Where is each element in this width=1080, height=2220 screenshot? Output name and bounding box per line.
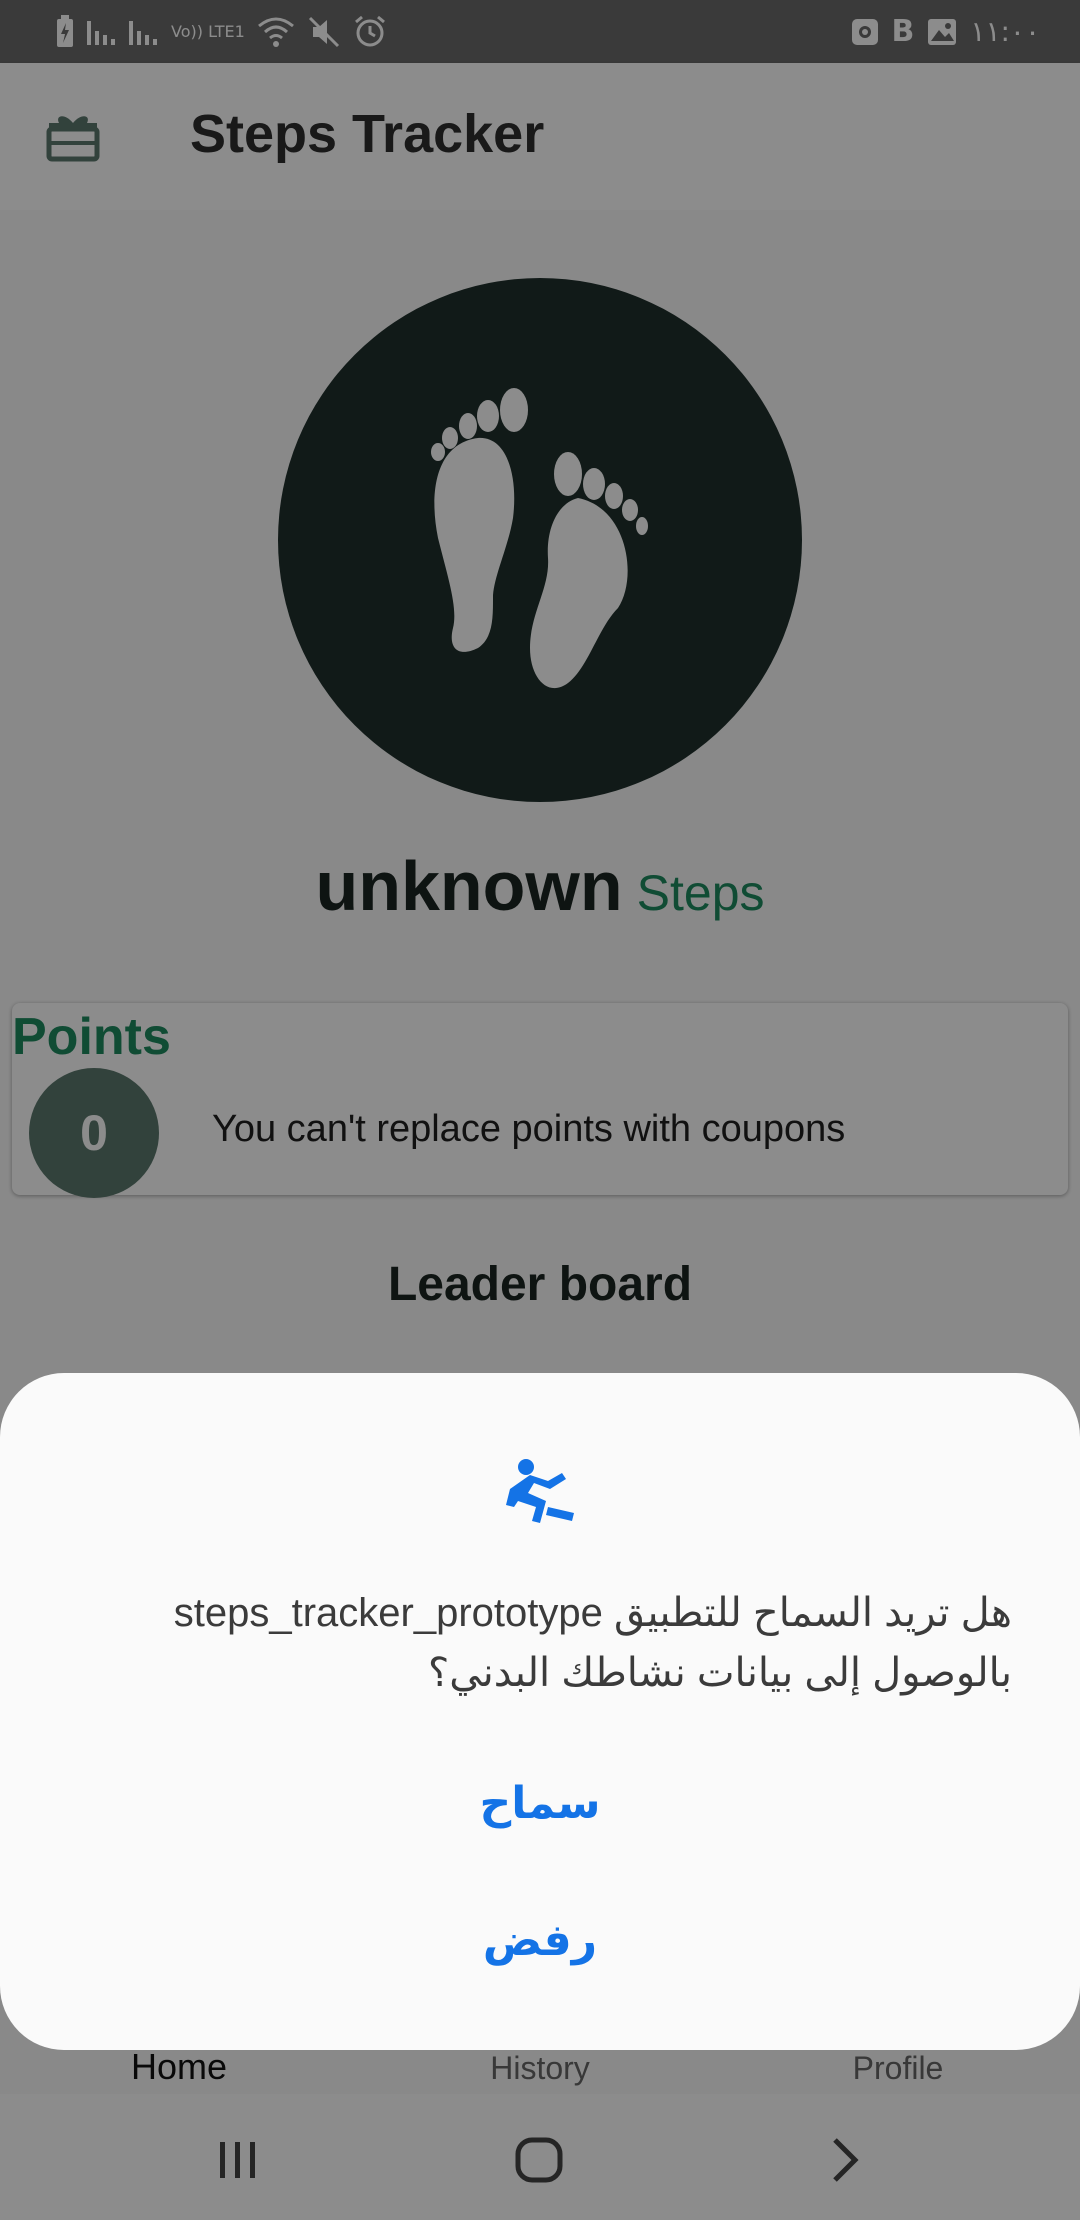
activity-runner-icon [500,1453,580,1533]
allow-button[interactable]: سماح [340,1778,740,1829]
permission-dialog: هل تريد السماح للتطبيق steps_tracker_pro… [0,1373,1080,2050]
permission-message: هل تريد السماح للتطبيق steps_tracker_pro… [173,1591,1012,1695]
deny-button[interactable]: رفض [340,1915,740,1966]
